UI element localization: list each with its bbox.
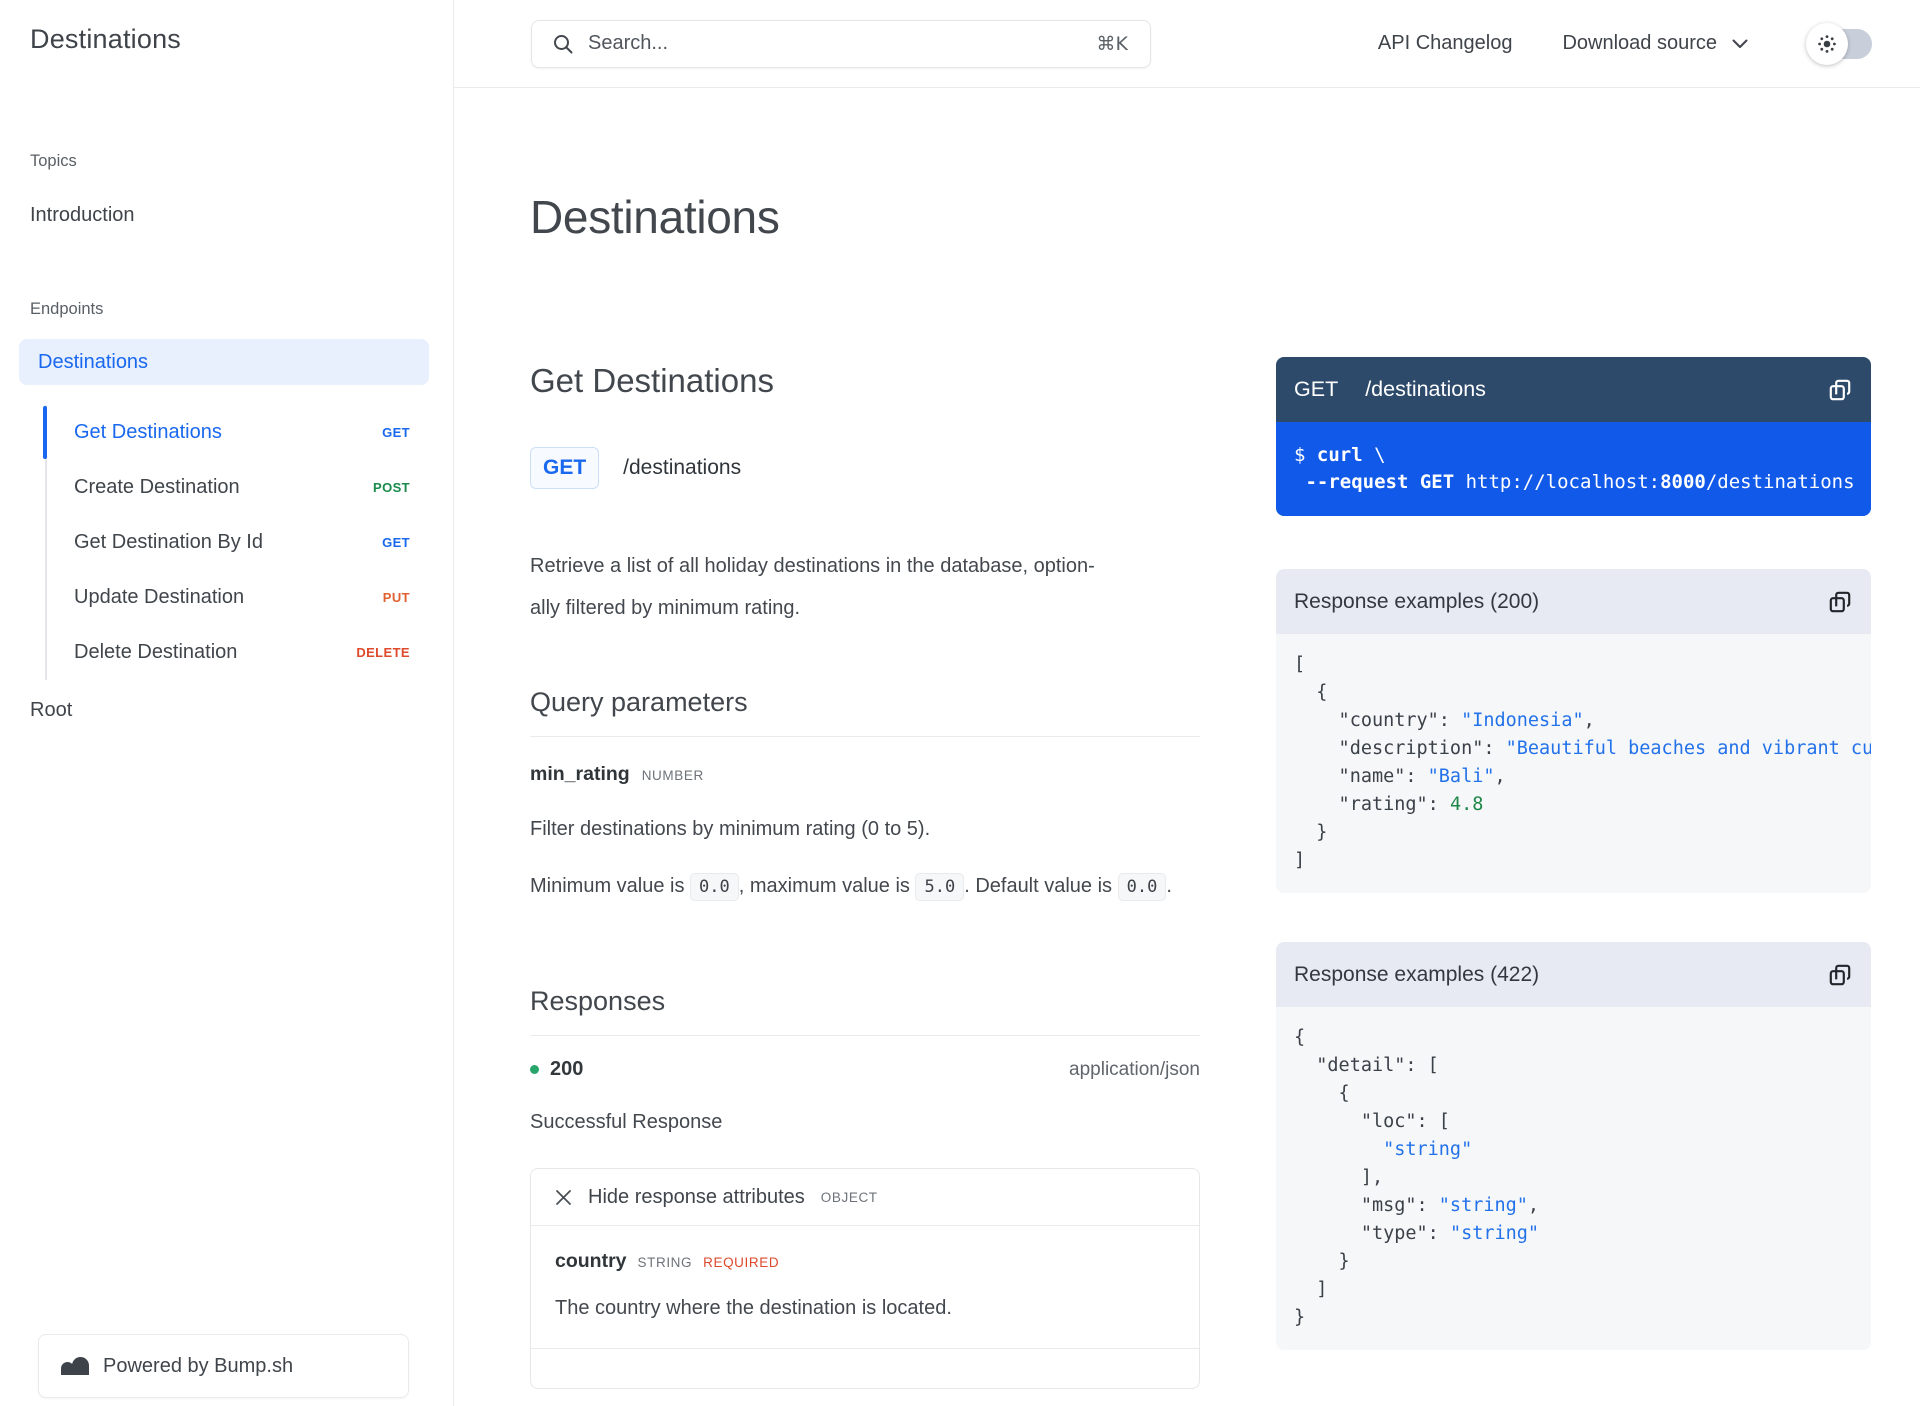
api-changelog-link[interactable]: API Changelog [1378, 32, 1513, 55]
responses-title: Responses [530, 985, 1200, 1036]
response-example-200-panel: Response examples (200) [ { "country": "… [1276, 569, 1871, 893]
copy-button[interactable] [1827, 962, 1853, 988]
request-path: /destinations [1365, 377, 1486, 401]
attribute-row-next [531, 1348, 1199, 1388]
operation-title: Get Destinations [530, 362, 774, 399]
sidebar-title: Destinations [30, 24, 181, 54]
sun-icon [1818, 34, 1836, 53]
response-422-code-block: { "detail": [ { "loc": [ "string" ], "ms… [1276, 1007, 1871, 1350]
sidebar-endpoint-get-destination-by-id[interactable]: Get Destination By Id GET [47, 515, 430, 570]
response-summary: Successful Response [530, 1111, 723, 1133]
response-example-422-panel: Response examples (422) { "detail": [ { … [1276, 942, 1871, 1350]
status-dot [530, 1065, 539, 1074]
operation-endpoint-row: GET /destinations [530, 447, 1200, 489]
status-code: 200 [550, 1058, 584, 1080]
download-source-button[interactable]: Download source [1562, 32, 1748, 55]
content: Destinations Get Destinations GET /desti… [454, 88, 1920, 1406]
endpoint-list: Get Destinations GET Create Destination … [43, 405, 430, 680]
param-description: Filter destinations by minimum rating (0… [530, 818, 931, 840]
sidebar-item-root[interactable]: Root [30, 699, 453, 722]
param-header-row: min_rating NUMBER [530, 763, 1200, 786]
attribute-description: The country where the destination is loc… [555, 1297, 952, 1319]
topbar-right: API Changelog Download source [1378, 22, 1872, 65]
sidebar: Destinations Topics Introduction Endpoin… [0, 0, 454, 1406]
sidebar-endpoint-delete-destination[interactable]: Delete Destination DELETE [47, 625, 430, 680]
method-label-get: GET [382, 425, 410, 440]
sidebar-section-endpoints: Endpoints [30, 300, 104, 318]
copy-icon [1829, 591, 1851, 612]
response-content-type: application/json [1069, 1058, 1200, 1080]
method-label-get: GET [382, 535, 410, 550]
copy-icon [1829, 379, 1851, 400]
request-method: GET [1294, 377, 1339, 401]
request-panel-header: GET /destinations [1276, 357, 1871, 422]
sidebar-item-introduction[interactable]: Introduction [30, 204, 453, 227]
example-panels-column: GET /destinations $ curl \ --request GET… [1276, 357, 1871, 1406]
sidebar-endpoint-create-destination[interactable]: Create Destination POST [47, 460, 430, 515]
response-422-header: Response examples (422) [1276, 942, 1871, 1007]
close-icon [556, 1189, 571, 1205]
doc-column: Destinations Get Destinations GET /desti… [530, 88, 1200, 1406]
copy-button[interactable] [1827, 589, 1853, 615]
query-parameters-title: Query parameters [530, 686, 1200, 737]
attribute-row-country: country STRING REQUIRED The country wher… [531, 1225, 1199, 1348]
response-200-title: Response examples (200) [1294, 589, 1540, 613]
theme-toggle-knob [1806, 22, 1848, 65]
page-title: Destinations [530, 191, 780, 243]
copy-icon [1829, 964, 1851, 985]
search-icon [554, 34, 573, 53]
attribute-type-label: STRING [637, 1255, 693, 1270]
sidebar-endpoint-update-destination[interactable]: Update Destination PUT [47, 570, 430, 625]
copy-button[interactable] [1827, 377, 1853, 403]
theme-toggle[interactable] [1806, 22, 1872, 65]
search-box[interactable]: ⌘K [531, 19, 1151, 68]
response-attributes-box: Hide response attributes OBJECT country … [530, 1168, 1200, 1389]
response-200-code-block: [ { "country": "Indonesia", "description… [1276, 634, 1871, 893]
main-area: ⌘K API Changelog Download source [454, 0, 1920, 1406]
search-shortcut: ⌘K [1096, 32, 1128, 55]
search-input[interactable] [588, 32, 1083, 55]
operation-description: Retrieve a list of all holiday destinati… [530, 555, 1095, 619]
method-label-put: PUT [382, 590, 410, 605]
response-200-header: Response examples (200) [1276, 569, 1871, 634]
endpoint-path: /destinations [623, 456, 742, 479]
powered-by-label: Powered by Bump.sh [103, 1354, 294, 1377]
chevron-down-icon [1732, 39, 1748, 48]
hide-response-attributes-toggle[interactable]: Hide response attributes OBJECT [531, 1169, 1199, 1225]
param-name: min_rating [530, 763, 630, 785]
powered-by-bump-button[interactable]: Powered by Bump.sh [38, 1334, 409, 1398]
attributes-kind-label: OBJECT [820, 1189, 878, 1205]
response-422-title: Response examples (422) [1294, 962, 1540, 986]
sidebar-endpoint-get-destinations[interactable]: Get Destinations GET [43, 405, 430, 460]
response-status-row: 200 application/json [530, 1058, 1200, 1081]
top-bar: ⌘K API Changelog Download source [454, 0, 1920, 88]
param-constraints: Minimum value is 0.0, maximum value is 5… [530, 864, 1200, 909]
method-label-delete: DELETE [356, 645, 410, 660]
method-label-post: POST [373, 480, 410, 495]
bump-logo-icon [61, 1357, 89, 1375]
sidebar-item-destinations-active[interactable]: Destinations [19, 339, 429, 385]
toggle-label: Hide response attributes [588, 1185, 805, 1208]
request-example-panel: GET /destinations $ curl \ --request GET… [1276, 357, 1871, 516]
attribute-required-label: REQUIRED [703, 1255, 780, 1270]
attribute-name: country [555, 1250, 627, 1272]
method-badge-get: GET [530, 447, 600, 489]
param-type-label: NUMBER [641, 768, 704, 783]
curl-code-block: $ curl \ --request GET http://localhost:… [1276, 422, 1871, 516]
sidebar-section-topics: Topics [30, 152, 77, 170]
